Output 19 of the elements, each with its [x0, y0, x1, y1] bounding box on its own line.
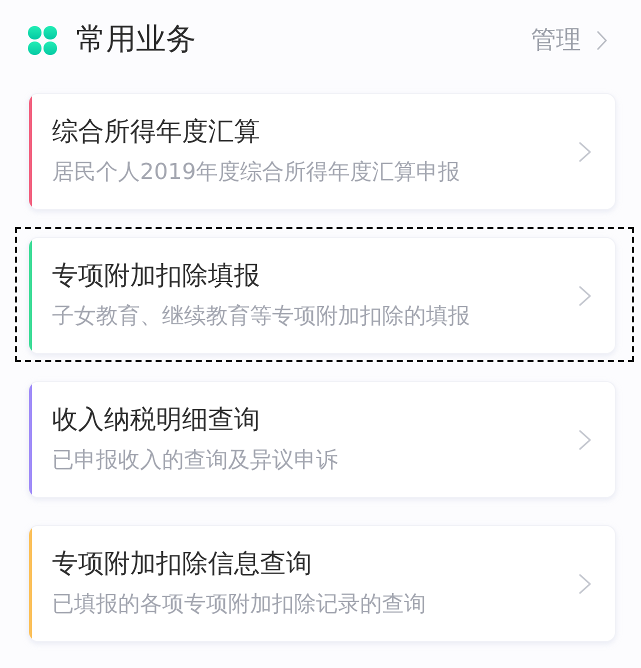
service-card[interactable]: 专项附加扣除信息查询 已填报的各项专项附加扣除记录的查询 [28, 525, 616, 642]
chevron-right-icon [579, 430, 591, 450]
service-card[interactable]: 专项附加扣除填报 子女教育、继续教育等专项附加扣除的填报 [28, 237, 616, 354]
card-title: 专项附加扣除填报 [52, 261, 261, 291]
chevron-right-icon [579, 574, 591, 594]
card-subtitle: 已申报收入的查询及异议申诉 [52, 447, 339, 475]
four-petal-logo-icon [28, 26, 57, 54]
section-title: 常用业务 [76, 22, 196, 58]
card-subtitle: 居民个人2019年度综合所得年度汇算申报 [52, 159, 461, 187]
chevron-right-icon [579, 142, 591, 162]
chevron-right-icon [579, 286, 591, 306]
service-card[interactable]: 综合所得年度汇算 居民个人2019年度综合所得年度汇算申报 [28, 93, 616, 210]
card-title: 专项附加扣除信息查询 [52, 549, 313, 579]
service-card[interactable]: 收入纳税明细查询 已申报收入的查询及异议申诉 [28, 381, 616, 498]
card-title: 综合所得年度汇算 [52, 117, 261, 147]
card-subtitle: 子女教育、继续教育等专项附加扣除的填报 [52, 303, 471, 331]
chevron-right-icon [597, 30, 607, 50]
card-subtitle: 已填报的各项专项附加扣除记录的查询 [52, 591, 427, 619]
card-title: 收入纳税明细查询 [52, 405, 261, 435]
